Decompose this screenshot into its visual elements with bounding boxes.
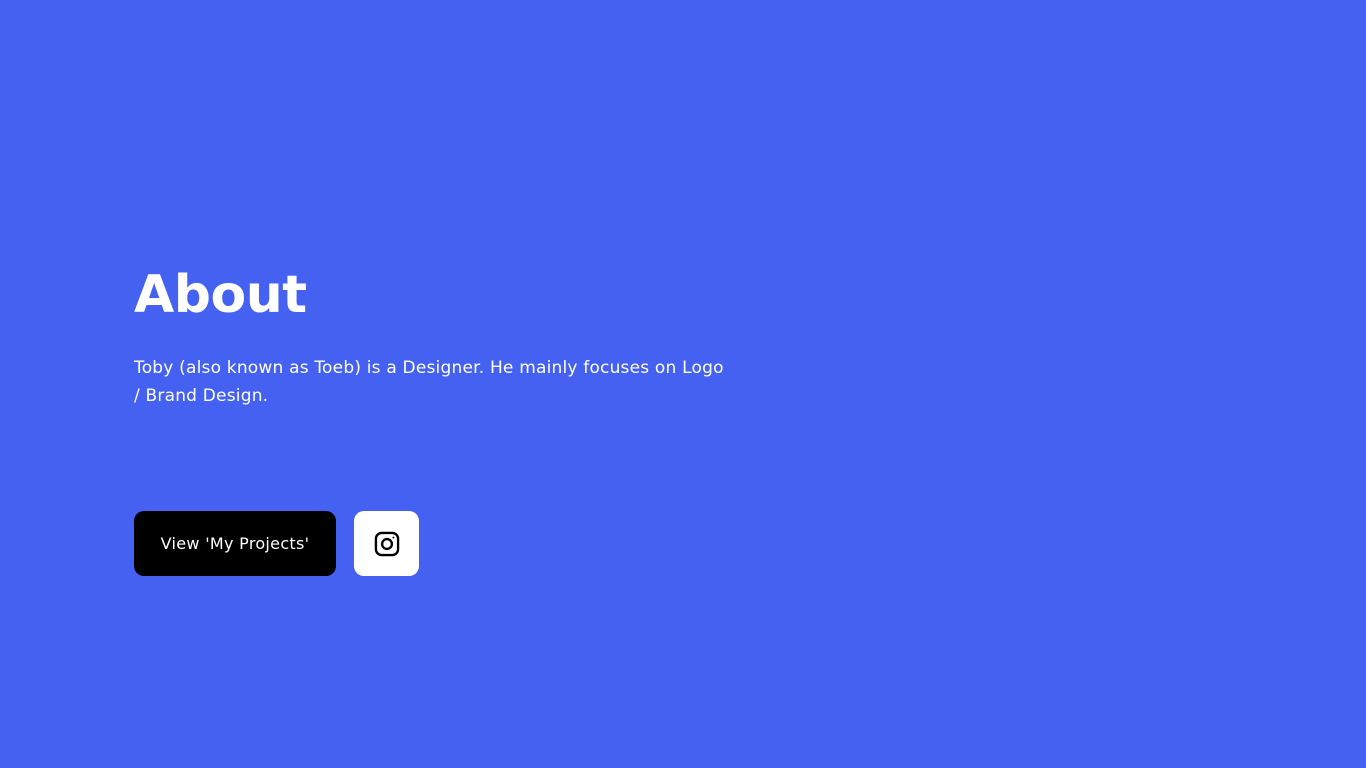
instagram-icon [374,531,399,556]
action-buttons: View 'My Projects' [134,511,419,576]
about-section: About Toby (also known as Toeb) is a Des… [134,262,754,410]
view-projects-button[interactable]: View 'My Projects' [134,511,336,576]
about-description: Toby (also known as Toeb) is a Designer.… [134,358,724,406]
about-page: About Toby (also known as Toeb) is a Des… [0,0,1366,768]
instagram-button[interactable] [354,511,419,576]
about-title: About [134,265,307,325]
